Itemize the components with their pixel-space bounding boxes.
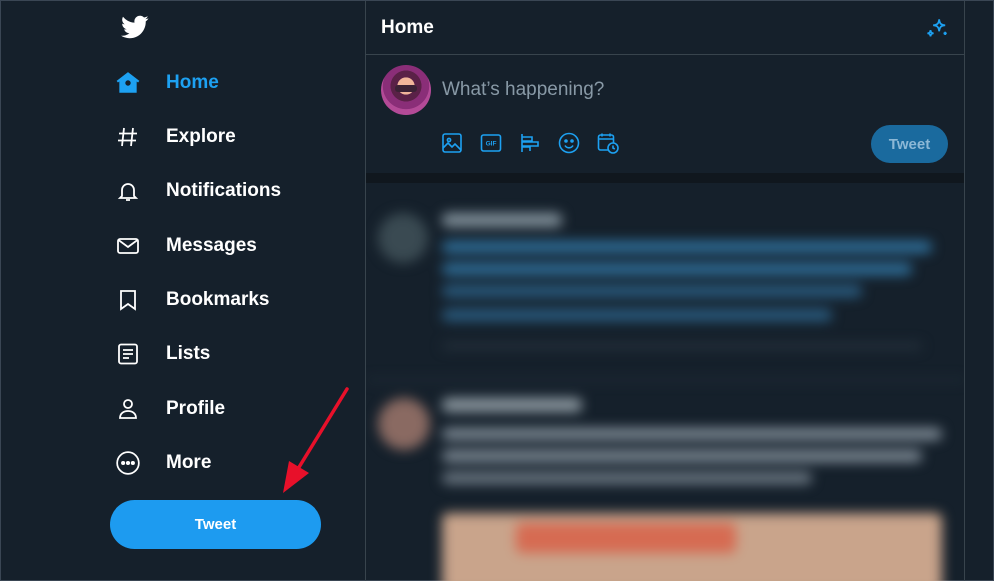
home-icon — [113, 68, 143, 98]
sidebar-item-label: More — [166, 452, 212, 473]
blurred-feed — [366, 183, 964, 581]
timeline-header: Home — [366, 1, 964, 55]
avatar[interactable] — [381, 65, 431, 115]
main-timeline: Home What’s happening? GIF Tweet — [365, 1, 965, 581]
bookmark-icon — [113, 285, 143, 315]
sidebar-item-label: Explore — [166, 126, 236, 147]
sidebar: Home Explore Notifications Messages Book… — [1, 1, 365, 581]
person-icon — [113, 394, 143, 424]
list-icon — [113, 339, 143, 369]
twitter-bird-icon[interactable] — [119, 13, 151, 41]
hashtag-icon — [113, 122, 143, 152]
emoji-icon[interactable] — [557, 131, 581, 155]
sidebar-item-label: Notifications — [166, 180, 282, 201]
sidebar-item-label: Messages — [166, 235, 257, 256]
more-circle-icon — [113, 448, 143, 478]
sidebar-item-explore[interactable]: Explore — [113, 117, 236, 157]
sidebar-item-more[interactable]: More — [113, 443, 211, 483]
sidebar-item-home[interactable]: Home — [113, 63, 219, 103]
gif-icon[interactable]: GIF — [479, 131, 503, 155]
sidebar-item-label: Bookmarks — [166, 289, 270, 310]
sidebar-item-label: Profile — [166, 398, 226, 419]
sidebar-item-notifications[interactable]: Notifications — [113, 171, 281, 211]
sparkle-icon[interactable] — [924, 15, 950, 41]
compose-input[interactable]: What’s happening? — [442, 79, 604, 101]
envelope-icon — [113, 231, 143, 261]
annotation-arrow-icon — [283, 387, 349, 493]
sidebar-item-bookmarks[interactable]: Bookmarks — [113, 280, 270, 320]
sidebar-item-lists[interactable]: Lists — [113, 334, 210, 374]
sidebar-item-label: Lists — [166, 343, 211, 364]
sidebar-item-label: Home — [166, 72, 219, 93]
divider — [366, 173, 964, 183]
tweet-composer: What’s happening? GIF Tweet — [366, 55, 964, 173]
page-title: Home — [381, 17, 434, 38]
svg-text:GIF: GIF — [486, 141, 497, 148]
sidebar-item-messages[interactable]: Messages — [113, 226, 257, 266]
tweet-button[interactable]: Tweet — [110, 500, 321, 549]
sidebar-item-profile[interactable]: Profile — [113, 389, 225, 429]
schedule-icon[interactable] — [596, 131, 620, 155]
bell-icon — [113, 176, 143, 206]
compose-tweet-button[interactable]: Tweet — [871, 125, 948, 163]
poll-icon[interactable] — [518, 131, 542, 155]
image-icon[interactable] — [440, 131, 464, 155]
